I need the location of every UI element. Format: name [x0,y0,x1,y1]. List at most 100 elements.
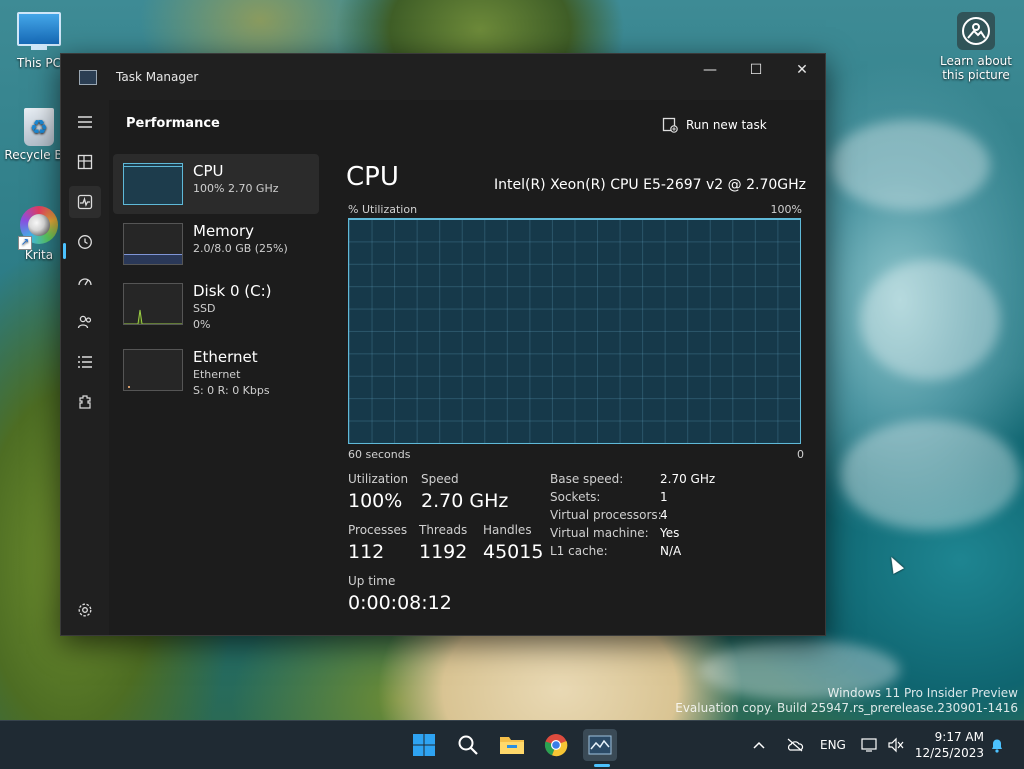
title-bar[interactable]: Task Manager — ☐ ✕ [61,54,825,100]
details-icon [78,356,92,368]
nav-app-history[interactable] [69,226,101,258]
perf-item-name: Ethernet [193,348,258,366]
notifications-button[interactable] [989,721,1005,769]
base-speed-label: Base speed: [550,472,624,486]
perf-item-detail: 2.0/8.0 GB (25%) [193,242,288,255]
speed-value: 2.70 GHz [421,490,509,512]
perf-item-memory[interactable]: Memory 2.0/8.0 GB (25%) [113,214,319,274]
perf-item-cpu[interactable]: CPU 100% 2.70 GHz [113,154,319,214]
active-app-indicator [594,764,610,767]
graph-x-label: 60 seconds [348,448,411,461]
perf-item-name: Disk 0 (C:) [193,282,272,300]
services-icon [79,395,91,409]
memory-thumbnail-fill [124,254,182,264]
ethernet-thumbnail-dot [128,386,130,388]
virtual-machine-value: Yes [660,526,680,540]
memory-thumbnail-graph [123,223,183,265]
cpu-thumbnail-line [124,166,182,167]
window-title: Task Manager [116,70,199,84]
nav-processes[interactable] [69,146,101,178]
perf-item-name: Memory [193,222,255,240]
disk-thumbnail-spike [124,309,182,324]
processes-label: Processes [348,523,408,537]
settings-icon [78,603,92,617]
onedrive-button[interactable] [786,721,804,769]
camera-icon [957,12,995,50]
page-title: Performance [126,116,220,131]
network-button[interactable] [861,721,879,769]
performance-list: CPU 100% 2.70 GHz Memory 2.0/8.0 GB (25%… [113,154,319,400]
minimize-icon: — [703,62,717,78]
cpu-utilization-graph [348,218,801,444]
l1-cache-label: L1 cache: [550,544,608,558]
windows-watermark: Windows 11 Pro Insider Preview Evaluatio… [675,686,1018,716]
nav-performance[interactable] [69,186,101,218]
page-header: Performance Run new task ••• [109,100,825,150]
perf-item-disk[interactable]: Disk 0 (C:) SSD 0% [113,274,319,334]
run-task-icon [662,117,678,133]
file-explorer-icon [500,737,524,754]
task-manager-window: Task Manager — ☐ ✕ Performance Run new t… [60,53,826,636]
navigation-rail [61,100,109,635]
volume-button[interactable] [887,721,905,769]
perf-item-detail: SSD [193,302,216,315]
file-explorer-button[interactable] [495,729,529,761]
handles-value: 45015 [483,541,544,563]
start-icon [413,734,435,756]
processes-value: 112 [348,541,385,563]
task-manager-taskbar-button[interactable] [583,729,617,761]
graph-y-max: 100% [770,203,802,216]
wave-foam [860,260,1000,380]
startup-apps-icon [78,278,92,286]
maximize-icon: ☐ [749,62,763,78]
perf-item-name: CPU [193,162,224,180]
hamburger-menu-button[interactable] [69,106,101,138]
show-hidden-icons-button[interactable] [752,721,766,769]
uptime-value: 0:00:08:12 [348,592,452,614]
search-button[interactable] [451,729,485,761]
minimize-button[interactable]: — [687,54,733,86]
learn-about-picture[interactable]: Learn about this picture [938,12,1014,82]
maximize-button[interactable]: ☐ [733,54,779,86]
start-button[interactable] [407,729,441,761]
nav-details[interactable] [69,346,101,378]
run-new-task-label: Run new task [686,118,767,132]
app-history-icon [78,235,92,249]
virtual-processors-label: Virtual processors: [550,508,662,522]
nav-users[interactable] [69,306,101,338]
learn-label: Learn about this picture [940,54,1012,82]
processes-icon [77,154,93,170]
disk-thumbnail-graph [123,283,183,325]
perf-item-detail: 100% 2.70 GHz [193,182,279,195]
hamburger-menu-icon [78,116,92,128]
base-speed-value: 2.70 GHz [660,472,716,486]
perf-item-ethernet[interactable]: Ethernet Ethernet S: 0 R: 0 Kbps [113,340,319,400]
sockets-label: Sockets: [550,490,601,504]
run-new-task-button[interactable]: Run new task [662,112,767,138]
performance-icon [77,194,93,210]
nav-services[interactable] [69,386,101,418]
watermark-line: Evaluation copy. Build 25947.rs_prerelea… [675,701,1018,715]
chrome-icon [544,734,568,757]
wave-foam [830,120,990,210]
clock[interactable]: 9:17 AM 12/25/2023 [912,729,984,761]
close-button[interactable]: ✕ [779,54,825,86]
bell-icon [992,739,1002,753]
watermark-line: Windows 11 Pro Insider Preview [827,686,1018,700]
chrome-button[interactable] [539,729,573,761]
perf-item-detail: 0% [193,318,211,331]
task-manager-icon [588,735,612,755]
l1-cache-value: N/A [660,544,682,558]
handles-label: Handles [483,523,532,537]
computer-icon [17,12,61,50]
nav-startup-apps[interactable] [69,266,101,298]
sockets-value: 1 [660,490,668,504]
recycle-bin-icon: ♻ [24,108,54,146]
close-icon: ✕ [796,62,808,78]
search-icon [458,735,478,755]
perf-item-detail: S: 0 R: 0 Kbps [193,384,270,397]
threads-label: Threads [419,523,468,537]
language-indicator[interactable]: ENG [820,721,846,769]
speed-label: Speed [421,472,459,486]
nav-settings[interactable] [69,594,101,626]
